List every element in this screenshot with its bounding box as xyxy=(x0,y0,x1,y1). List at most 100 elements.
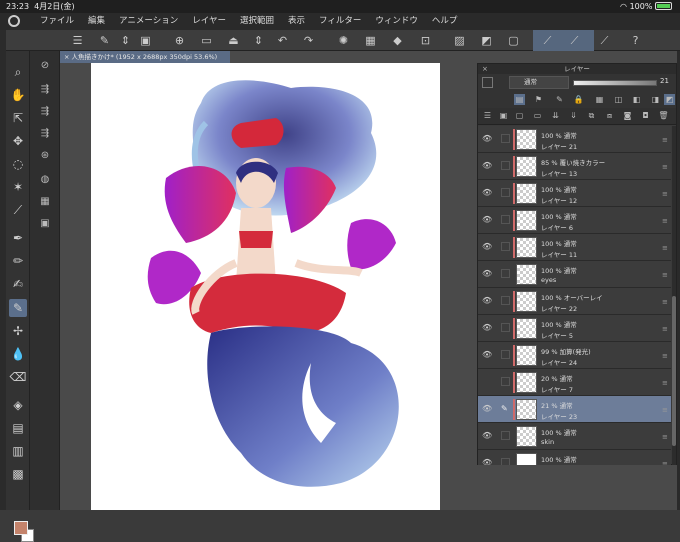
layer-select-checkbox[interactable] xyxy=(501,134,510,143)
new-folder-icon[interactable]: ▭ xyxy=(532,110,543,121)
layer-menu-icon[interactable]: ≡ xyxy=(662,298,668,306)
menu-item-1[interactable]: 編集 xyxy=(81,13,112,30)
magic-wand-icon[interactable]: ✶ xyxy=(9,178,27,196)
fill-icon[interactable]: ◆ xyxy=(390,33,405,48)
eye-icon[interactable] xyxy=(482,377,492,387)
hand-icon[interactable]: ✋ xyxy=(9,86,27,104)
lock-icon[interactable]: 🔒 xyxy=(573,94,584,105)
layer-menu-icon[interactable]: ≡ xyxy=(662,244,668,252)
opacity-slider[interactable] xyxy=(573,80,657,86)
layer-row[interactable]: 👁 99 % 加算(発光) レイヤー 24 ≡ xyxy=(478,342,671,369)
export-icon[interactable]: ⏏ xyxy=(226,33,241,48)
eye-icon[interactable]: 👁 xyxy=(482,296,492,306)
undo-icon[interactable]: ↶ xyxy=(275,33,290,48)
eye-icon[interactable]: 👁 xyxy=(482,269,492,279)
layer-scroll-thumb[interactable] xyxy=(672,296,676,446)
draft-icon[interactable]: ✎ xyxy=(554,94,565,105)
mask-icon[interactable]: ◧ xyxy=(631,94,642,105)
layer-row[interactable]: 👁 100 % 通常 レイヤー 6 ≡ xyxy=(478,207,671,234)
loading-icon[interactable]: ✺ xyxy=(336,33,351,48)
layer-row[interactable]: 👁 100 % 通常 eyes ≡ xyxy=(478,261,671,288)
crop-icon[interactable]: ▢ xyxy=(506,33,521,48)
ruler-pen-icon[interactable]: ⟋ xyxy=(540,33,555,48)
eye-icon[interactable]: 👁 xyxy=(482,404,492,414)
blend-icon[interactable]: 💧 xyxy=(9,345,27,363)
menu-item-4[interactable]: 選択範囲 xyxy=(233,13,281,30)
layer-select-checkbox[interactable] xyxy=(501,323,510,332)
layer-row[interactable]: 👁 100 % 通常 レイヤー 5 ≡ xyxy=(478,315,671,342)
apply-mask-icon[interactable]: ◘ xyxy=(640,110,651,121)
canvas-paper[interactable] xyxy=(91,63,440,510)
menu-item-7[interactable]: ウィンドウ xyxy=(368,13,425,30)
menu-list-icon[interactable]: ☰ xyxy=(70,33,85,48)
color-icon[interactable]: ◨ xyxy=(650,94,661,105)
merge-icon[interactable]: ⧈ xyxy=(604,110,615,121)
blend-color-box[interactable] xyxy=(482,77,493,88)
layer-select-checkbox[interactable] xyxy=(501,350,510,359)
navigator-icon[interactable]: ◍ xyxy=(38,173,52,187)
layer-menu-icon[interactable]: ≡ xyxy=(662,352,668,360)
main-color-swatch[interactable] xyxy=(14,521,28,535)
layer-select-checkbox[interactable] xyxy=(501,458,510,465)
layer-select-checkbox[interactable] xyxy=(501,296,510,305)
layer-select-checkbox[interactable] xyxy=(501,215,510,224)
layer-row[interactable]: 👁 85 % 覆い焼きカラー レイヤー 13 ≡ xyxy=(478,153,671,180)
layer-menu-icon[interactable]: ≡ xyxy=(662,325,668,333)
eye-icon[interactable]: 👁 xyxy=(482,323,492,333)
eyedropper-icon[interactable]: ⟋ xyxy=(9,201,27,219)
help-icon[interactable]: ? xyxy=(628,33,643,48)
move-icon[interactable]: ✥ xyxy=(9,132,27,150)
layer-list[interactable]: 👁 100 % 通常 レイヤー 21 ≡ 👁 85 % 覆い焼きカラー レイヤー 13 ≡ 👁 1… xyxy=(478,126,671,465)
lasso-icon[interactable]: ◌ xyxy=(9,155,27,173)
menu-item-5[interactable]: 表示 xyxy=(281,13,312,30)
deselect-icon[interactable]: ▨ xyxy=(452,33,467,48)
palette-color-icon[interactable]: ◩ xyxy=(664,94,675,105)
layer-scrollbar[interactable] xyxy=(672,126,676,465)
compass-icon[interactable]: ⊘ xyxy=(38,59,52,73)
mask-create-icon[interactable]: ◙ xyxy=(622,110,633,121)
layer-transfer-icon[interactable]: ⇶ xyxy=(38,83,52,97)
menu-item-6[interactable]: フィルター xyxy=(312,13,368,30)
document-tab[interactable]: × 人魚描きかけ* (1952 x 2688px 350dpi 53.6%) xyxy=(60,51,230,63)
edit-icon[interactable]: ✎ xyxy=(97,33,112,48)
clear-icon[interactable]: ▦ xyxy=(363,33,378,48)
eye-icon[interactable]: 👁 xyxy=(482,458,492,465)
layer-menu-icon[interactable]: ≡ xyxy=(662,163,668,171)
eye-icon[interactable]: 👁 xyxy=(482,161,492,171)
layer-menu-icon[interactable]: ≡ xyxy=(662,379,668,387)
layer-color-icon[interactable]: ◫ xyxy=(613,94,624,105)
reference-layer-icon[interactable]: ⚑ xyxy=(533,94,544,105)
save-icon[interactable]: ▣ xyxy=(138,33,153,48)
menu-item-2[interactable]: アニメーション xyxy=(112,13,185,30)
fill-bucket-icon[interactable]: ◈ xyxy=(9,396,27,414)
folder-icon[interactable]: ▭ xyxy=(199,33,214,48)
layer-select-checkbox[interactable] xyxy=(501,188,510,197)
layer-select-checkbox[interactable] xyxy=(501,242,510,251)
operation-icon[interactable]: ⇱ xyxy=(9,109,27,127)
layer-menu-icon[interactable]: ≡ xyxy=(662,136,668,144)
app-logo-icon[interactable] xyxy=(8,15,20,27)
menu-item-0[interactable]: ファイル xyxy=(33,13,81,30)
layer-stack-icon[interactable]: ⇶ xyxy=(38,105,52,119)
blend-mode-select[interactable]: 通常 xyxy=(509,76,569,89)
copy-layer-icon[interactable]: ⧉ xyxy=(586,110,597,121)
layer-menu-icon[interactable]: ≡ xyxy=(662,271,668,279)
brush-snap-icon[interactable]: ⟋ xyxy=(567,33,582,48)
eye-icon[interactable]: 👁 xyxy=(482,242,492,252)
eye-icon[interactable]: 👁 xyxy=(482,134,492,144)
material-icon[interactable]: ⊛ xyxy=(38,149,52,163)
layer-row[interactable]: 👁 100 % 通常 ≡ xyxy=(478,450,671,465)
frame-icon[interactable]: ▤ xyxy=(9,419,27,437)
eraser-icon[interactable]: ⌫ xyxy=(9,368,27,386)
invert-icon[interactable]: ◩ xyxy=(479,33,494,48)
panel-icon[interactable]: ▣ xyxy=(38,217,52,231)
airbrush-icon[interactable]: ✎ xyxy=(9,299,27,317)
eye-icon[interactable]: 👁 xyxy=(482,215,492,225)
layer-row[interactable]: 👁 100 % 通常 レイヤー 21 ≡ xyxy=(478,126,671,153)
close-icon[interactable]: × xyxy=(482,64,488,74)
new-file-icon[interactable]: ⊕ xyxy=(172,33,187,48)
layer-select-checkbox[interactable]: ✎ xyxy=(501,404,510,413)
opacity-value[interactable]: 21 xyxy=(660,77,669,85)
reference-icon[interactable]: ⇶ xyxy=(38,127,52,141)
layer-menu-icon[interactable]: ≡ xyxy=(662,433,668,441)
